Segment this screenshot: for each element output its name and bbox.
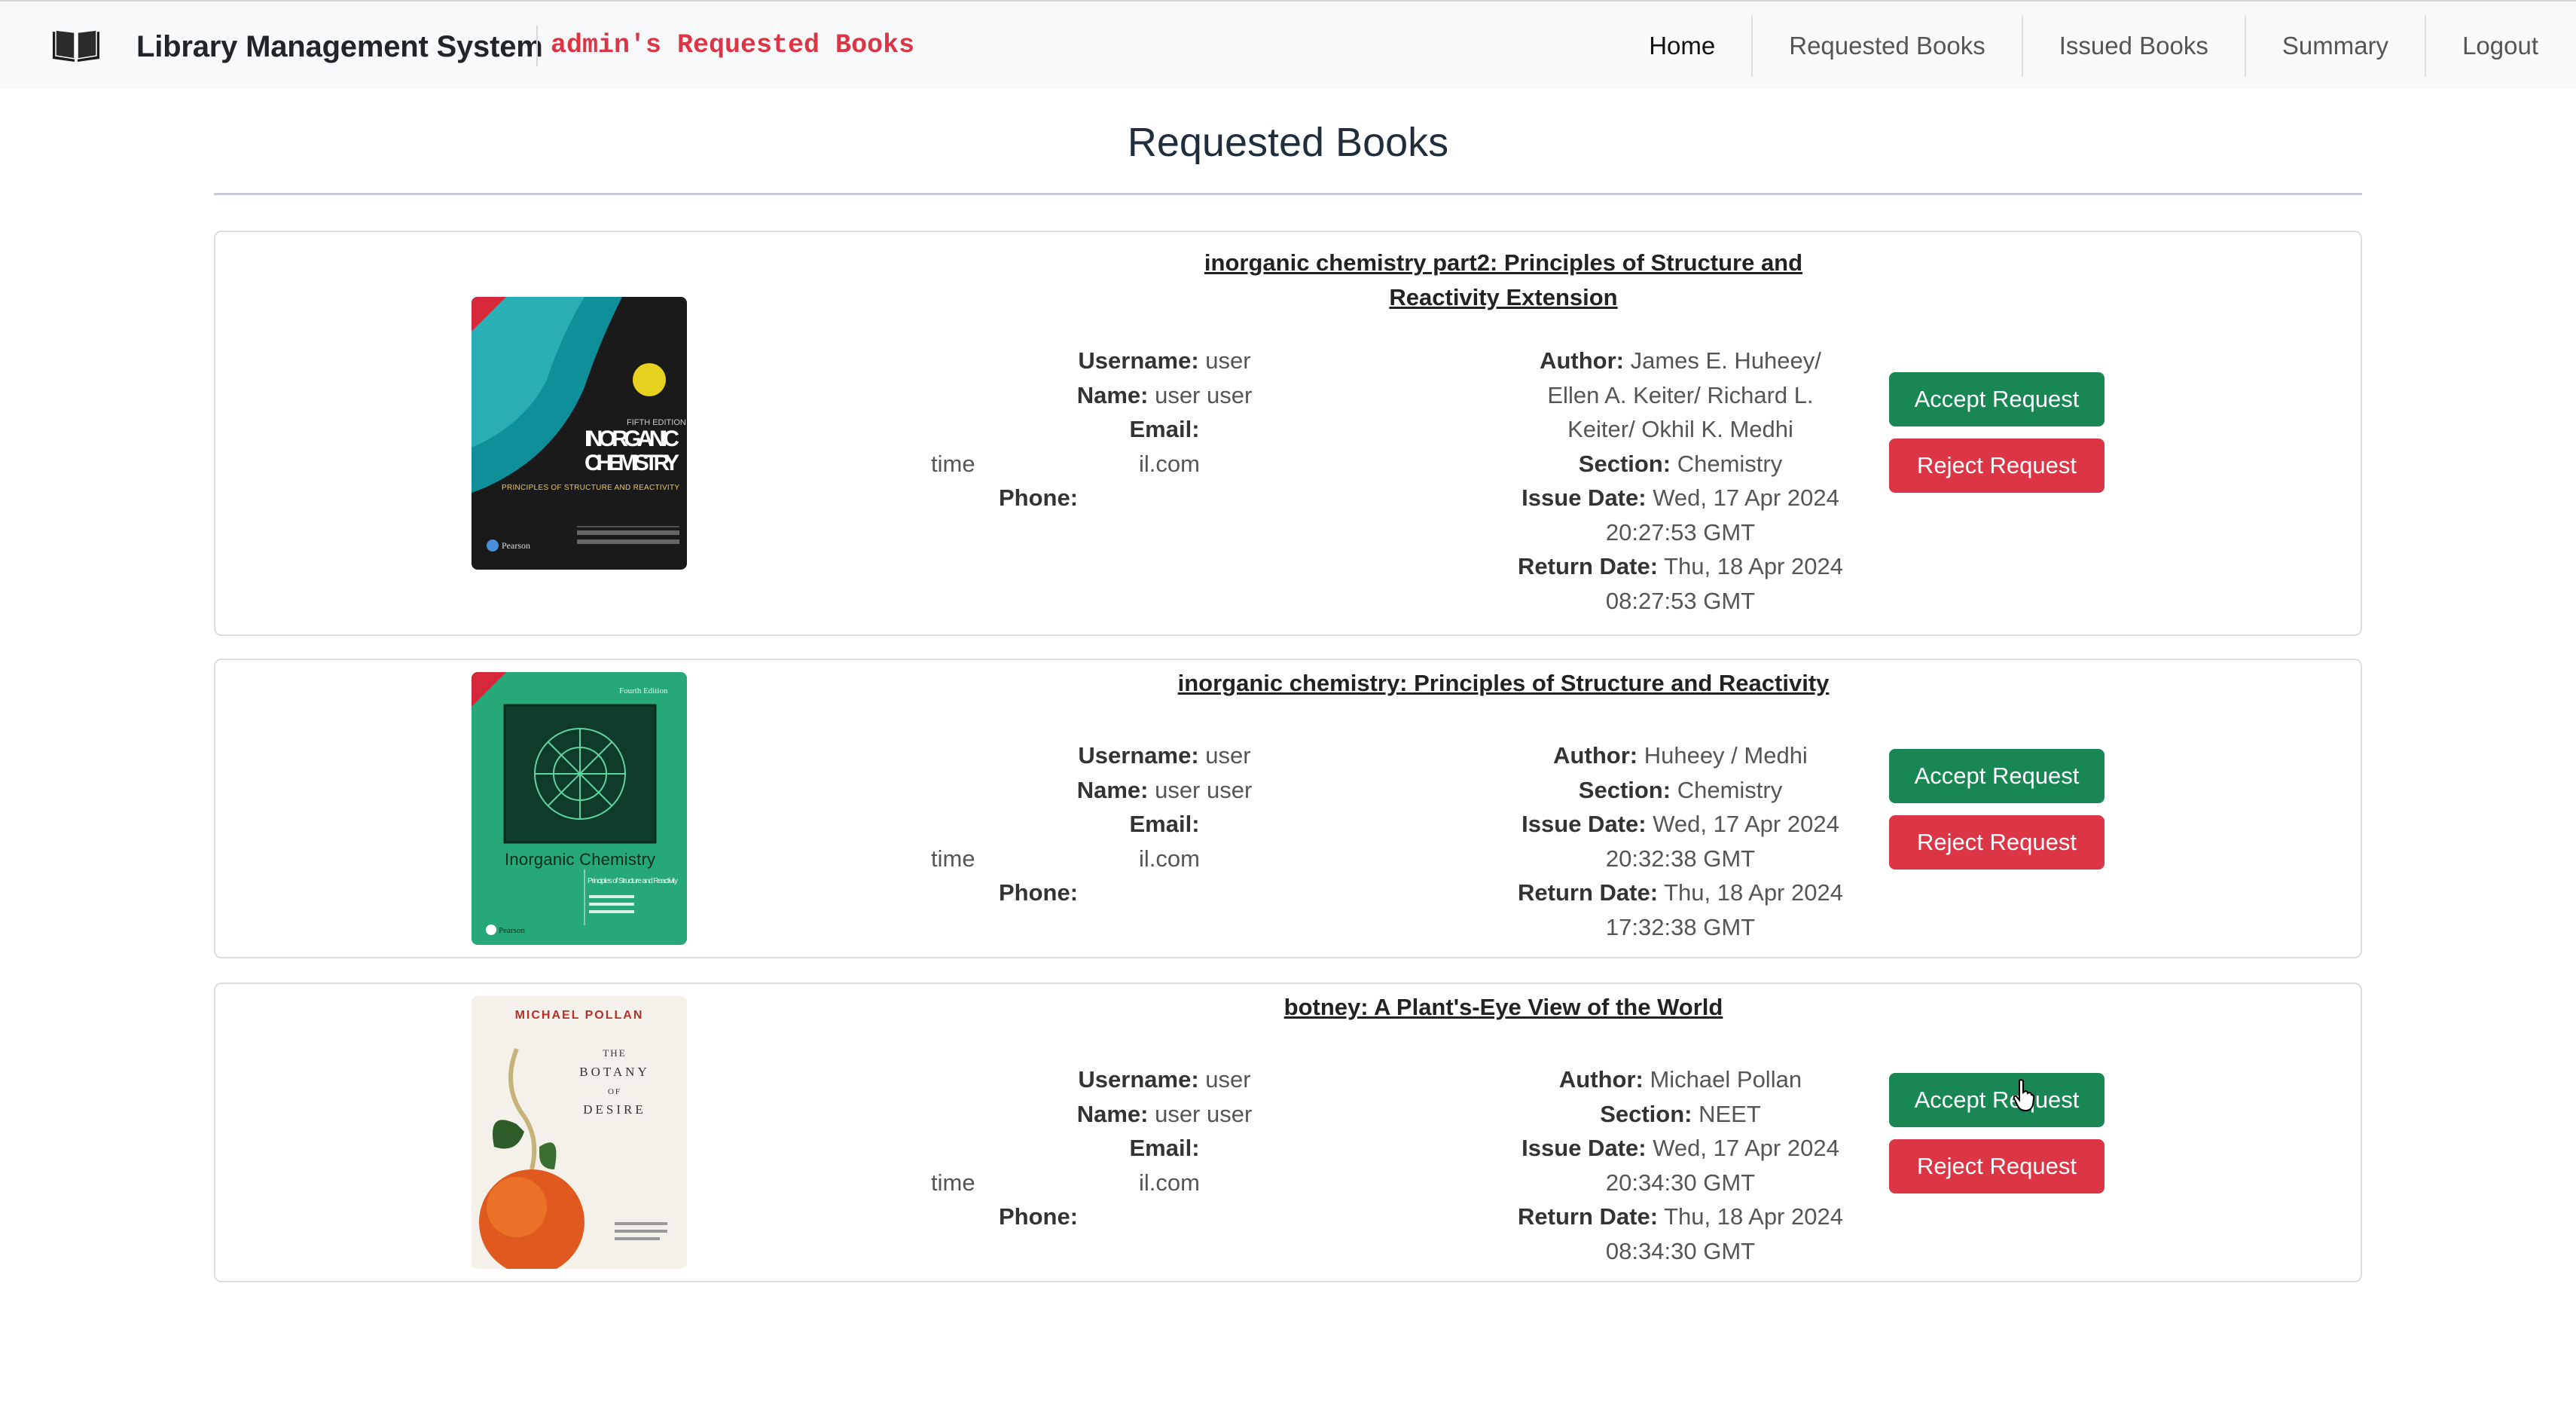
book-cover-1: FIFTH EDITION INORGANIC CHEMISTRY PRINCI… (472, 297, 687, 570)
email-value: time il.com (931, 450, 1200, 477)
svg-text:INORGANIC: INORGANIC (584, 426, 679, 451)
username-row: Username: user (1078, 742, 1251, 769)
phone-row: Phone: (999, 879, 1079, 906)
user-info-3: Username: user Name: user user Email: ti… (923, 1062, 1406, 1234)
svg-text:THE: THE (603, 1047, 626, 1059)
phone-row: Phone: (999, 484, 1079, 511)
return-time-row: 17:32:38 GMT (1605, 913, 1756, 940)
book-info-3: Author: Michael Pollan Section: NEET Iss… (1496, 1062, 1865, 1268)
reject-request-button-2[interactable]: Reject Request (1889, 815, 2104, 870)
user-info-2: Username: user Name: user user Email: ti… (923, 738, 1406, 910)
svg-text:Pearson: Pearson (499, 926, 525, 935)
nav-requested-books[interactable]: Requested Books (1753, 15, 2023, 77)
nav-summary[interactable]: Summary (2246, 15, 2427, 77)
svg-text:Principles of Structure and Re: Principles of Structure and Reactivity (588, 877, 678, 885)
section-row: Section: Chemistry (1578, 776, 1783, 803)
nav-logout[interactable]: Logout (2426, 15, 2576, 77)
book-title-3-line1[interactable]: botney: A Plant's-Eye View of the World (969, 990, 2038, 1025)
svg-text:Pearson: Pearson (502, 540, 530, 551)
accept-request-button-1[interactable]: Accept Request (1889, 372, 2104, 426)
page-label: admin's Requested Books (551, 30, 915, 60)
issue-time-row: 20:34:30 GMT (1605, 1169, 1756, 1196)
book-title-2[interactable]: inorganic chemistry: Principles of Struc… (969, 666, 2038, 701)
return-time-row: 08:34:30 GMT (1605, 1237, 1756, 1264)
svg-text:PRINCIPLES OF STRUCTURE AND RE: PRINCIPLES OF STRUCTURE AND REACTIVITY (502, 484, 679, 492)
book-cover-3: MICHAEL POLLAN THE BOTANY OF DESIRE (472, 996, 687, 1269)
book-info-1: Author: James E. Huheey/ Ellen A. Keiter… (1496, 344, 1865, 618)
issue-time-row: 20:27:53 GMT (1605, 518, 1756, 546)
name-row: Name: user user (1076, 381, 1253, 408)
username-row: Username: user (1078, 347, 1251, 374)
issue-date-row: Issue Date: Wed, 17 Apr 2024 (1521, 1135, 1839, 1161)
request-card-2: Fourth Edition Inorganic Chemistry Princ… (214, 659, 2362, 958)
brand-divider (536, 26, 538, 66)
author-row: Author: James E. Huheey/ (1540, 347, 1821, 374)
svg-text:OF: OF (608, 1087, 621, 1096)
request-card-1: FIFTH EDITION INORGANIC CHEMISTRY PRINCI… (214, 231, 2362, 636)
email-label: Email: (1129, 811, 1200, 837)
book-title-1-line2[interactable]: Reactivity Extension (969, 280, 2038, 315)
book-title-3[interactable]: botney: A Plant's-Eye View of the World (969, 990, 2038, 1025)
issue-date-row: Issue Date: Wed, 17 Apr 2024 (1521, 484, 1839, 511)
accept-request-button-3[interactable]: Accept Request (1889, 1073, 2104, 1127)
user-info-1: Username: user Name: user user Email: ti… (923, 344, 1406, 515)
email-label: Email: (1129, 416, 1200, 442)
book-info-2: Author: Huheey / Medhi Section: Chemistr… (1496, 738, 1865, 944)
username-row: Username: user (1078, 1066, 1251, 1093)
svg-text:BOTANY: BOTANY (579, 1065, 649, 1079)
return-time-row: 08:27:53 GMT (1605, 587, 1756, 614)
email-value: time il.com (931, 845, 1200, 872)
section-row: Section: Chemistry (1578, 450, 1783, 477)
author-row: Author: Michael Pollan (1558, 1066, 1802, 1093)
top-navbar: Library Management System admin's Reques… (0, 0, 2576, 89)
accept-request-button-2[interactable]: Accept Request (1889, 749, 2104, 803)
issue-time-row: 20:32:38 GMT (1605, 845, 1756, 872)
nav-links: Home Requested Books Issued Books Summar… (1613, 2, 2576, 90)
request-card-3: MICHAEL POLLAN THE BOTANY OF DESIRE botn… (214, 983, 2362, 1282)
return-date-row: Return Date: Thu, 18 Apr 2024 (1518, 879, 1843, 906)
name-row: Name: user user (1076, 776, 1253, 803)
return-date-row: Return Date: Thu, 18 Apr 2024 (1518, 1203, 1843, 1230)
book-title-1-line1[interactable]: inorganic chemistry part2: Principles of… (969, 246, 2038, 280)
svg-text:MICHAEL POLLAN: MICHAEL POLLAN (515, 1009, 644, 1022)
svg-text:CHEMISTRY: CHEMISTRY (584, 451, 679, 475)
svg-text:Fourth Edition: Fourth Edition (619, 686, 668, 695)
author-row-2: Ellen A. Keiter/ Richard L. (1547, 381, 1814, 408)
svg-text:DESIRE: DESIRE (583, 1102, 646, 1117)
book-title-1[interactable]: inorganic chemistry part2: Principles of… (969, 246, 2038, 315)
page-title: Requested Books (1127, 120, 1449, 165)
section-row: Section: NEET (1600, 1100, 1761, 1127)
open-book-icon (53, 29, 99, 62)
nav-home[interactable]: Home (1613, 15, 1753, 77)
title-divider (214, 193, 2362, 195)
author-row-3: Keiter/ Okhil K. Medhi (1567, 416, 1793, 442)
author-row: Author: Huheey / Medhi (1553, 742, 1808, 769)
nav-issued-books[interactable]: Issued Books (2023, 15, 2246, 77)
issue-date-row: Issue Date: Wed, 17 Apr 2024 (1521, 811, 1839, 837)
svg-text:Inorganic Chemistry: Inorganic Chemistry (505, 850, 655, 869)
phone-row: Phone: (999, 1203, 1079, 1230)
reject-request-button-3[interactable]: Reject Request (1889, 1139, 2104, 1193)
email-label: Email: (1129, 1135, 1200, 1161)
reject-request-button-1[interactable]: Reject Request (1889, 439, 2104, 493)
name-row: Name: user user (1076, 1100, 1253, 1127)
book-cover-2: Fourth Edition Inorganic Chemistry Princ… (472, 672, 687, 945)
return-date-row: Return Date: Thu, 18 Apr 2024 (1518, 553, 1843, 579)
email-value: time il.com (931, 1169, 1200, 1196)
hand-cursor-icon (2013, 1079, 2035, 1112)
book-title-2-line1[interactable]: inorganic chemistry: Principles of Struc… (969, 666, 2038, 701)
brand-name[interactable]: Library Management System (136, 30, 543, 64)
